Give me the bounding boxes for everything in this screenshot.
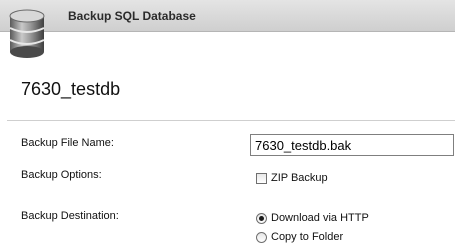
zip-backup-checkbox[interactable] <box>256 172 267 184</box>
download-http-radio[interactable] <box>256 212 267 224</box>
download-http-label: Download via HTTP <box>271 212 369 224</box>
zip-backup-option[interactable]: ZIP Backup <box>256 172 328 184</box>
database-icon <box>9 9 45 58</box>
backup-options-label: Backup Options: <box>21 169 102 181</box>
page-header: Backup SQL Database <box>0 0 455 32</box>
backup-file-name-label: Backup File Name: <box>21 137 114 149</box>
page-title: Backup SQL Database <box>68 9 196 23</box>
destination-copy-folder[interactable]: Copy to Folder <box>256 231 343 243</box>
backup-file-name-input[interactable] <box>250 134 454 156</box>
zip-backup-label: ZIP Backup <box>271 172 328 184</box>
divider <box>7 120 455 121</box>
copy-folder-label: Copy to Folder <box>271 231 344 243</box>
database-name: 7630_testdb <box>21 79 121 99</box>
destination-download-http[interactable]: Download via HTTP <box>256 212 369 224</box>
backup-destination-label: Backup Destination: <box>21 210 119 222</box>
copy-folder-radio[interactable] <box>256 231 267 243</box>
